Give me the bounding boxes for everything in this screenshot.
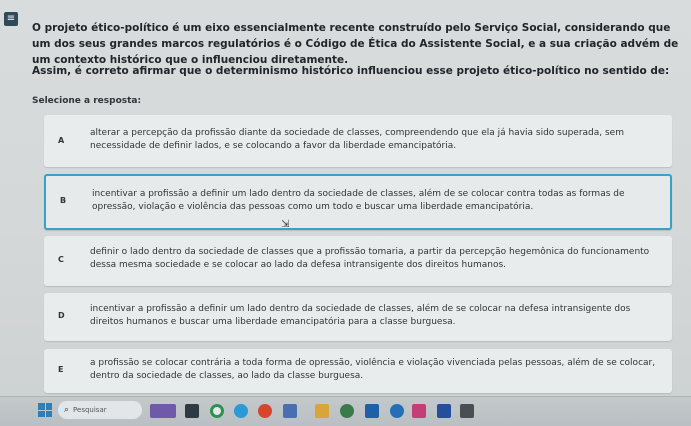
question-text: O projeto ético-político é um eixo essen… bbox=[32, 22, 679, 66]
select-answer-label: Selecione a resposta: bbox=[32, 96, 142, 106]
option-letter: C bbox=[58, 255, 64, 264]
search-placeholder: Pesquisar bbox=[73, 406, 107, 414]
menu-icon[interactable]: ≡ bbox=[4, 12, 18, 26]
notification-app-icon[interactable] bbox=[258, 404, 272, 418]
option-letter: B bbox=[60, 196, 67, 205]
option-letter: A bbox=[58, 136, 65, 145]
answer-option-b[interactable]: B incentivar a profissão a definir um la… bbox=[44, 174, 672, 230]
option-text: incentivar a profissão a definir um lado… bbox=[92, 189, 625, 212]
option-letter: E bbox=[58, 365, 64, 374]
settings-icon[interactable] bbox=[340, 404, 354, 418]
option-text: alterar a percepção da profissão diante … bbox=[90, 128, 624, 151]
chrome-icon[interactable] bbox=[210, 404, 224, 418]
widget-icon[interactable] bbox=[150, 404, 176, 418]
word-icon[interactable] bbox=[437, 404, 451, 418]
teams-icon[interactable] bbox=[283, 404, 297, 418]
question-prompt: Assim, é correto afirmar que o determini… bbox=[32, 65, 670, 77]
file-explorer-icon[interactable] bbox=[315, 404, 329, 418]
option-letter: D bbox=[58, 311, 65, 320]
option-text: definir o lado dentro da sociedade de cl… bbox=[90, 247, 650, 270]
mouse-cursor-icon: ⇲ bbox=[281, 219, 290, 230]
edge-icon[interactable] bbox=[234, 404, 248, 418]
store-icon[interactable] bbox=[365, 404, 379, 418]
answer-option-d[interactable]: D incentivar a profissão a definir um la… bbox=[44, 293, 672, 341]
task-view-icon[interactable] bbox=[185, 404, 199, 418]
answer-option-e[interactable]: E a profissão se colocar contrária a tod… bbox=[44, 349, 672, 393]
mail-icon[interactable] bbox=[390, 404, 404, 418]
option-text: a profissão se colocar contrária a toda … bbox=[90, 358, 656, 381]
option-text: incentivar a profissão a definir um lado… bbox=[90, 304, 631, 327]
screen: ≡ O projeto ético-político é um eixo ess… bbox=[0, 0, 691, 396]
search-icon: ⌕ bbox=[64, 405, 70, 415]
photos-icon[interactable] bbox=[412, 404, 426, 418]
taskbar: ⌕ Pesquisar bbox=[0, 396, 691, 426]
taskbar-search[interactable]: ⌕ Pesquisar bbox=[58, 401, 142, 419]
windows-start-icon[interactable] bbox=[38, 403, 52, 417]
answer-option-c[interactable]: C definir o lado dentro da sociedade de … bbox=[44, 236, 672, 286]
answer-option-a[interactable]: A alterar a percepção da profissão diant… bbox=[44, 115, 672, 167]
app-icon[interactable] bbox=[460, 404, 474, 418]
